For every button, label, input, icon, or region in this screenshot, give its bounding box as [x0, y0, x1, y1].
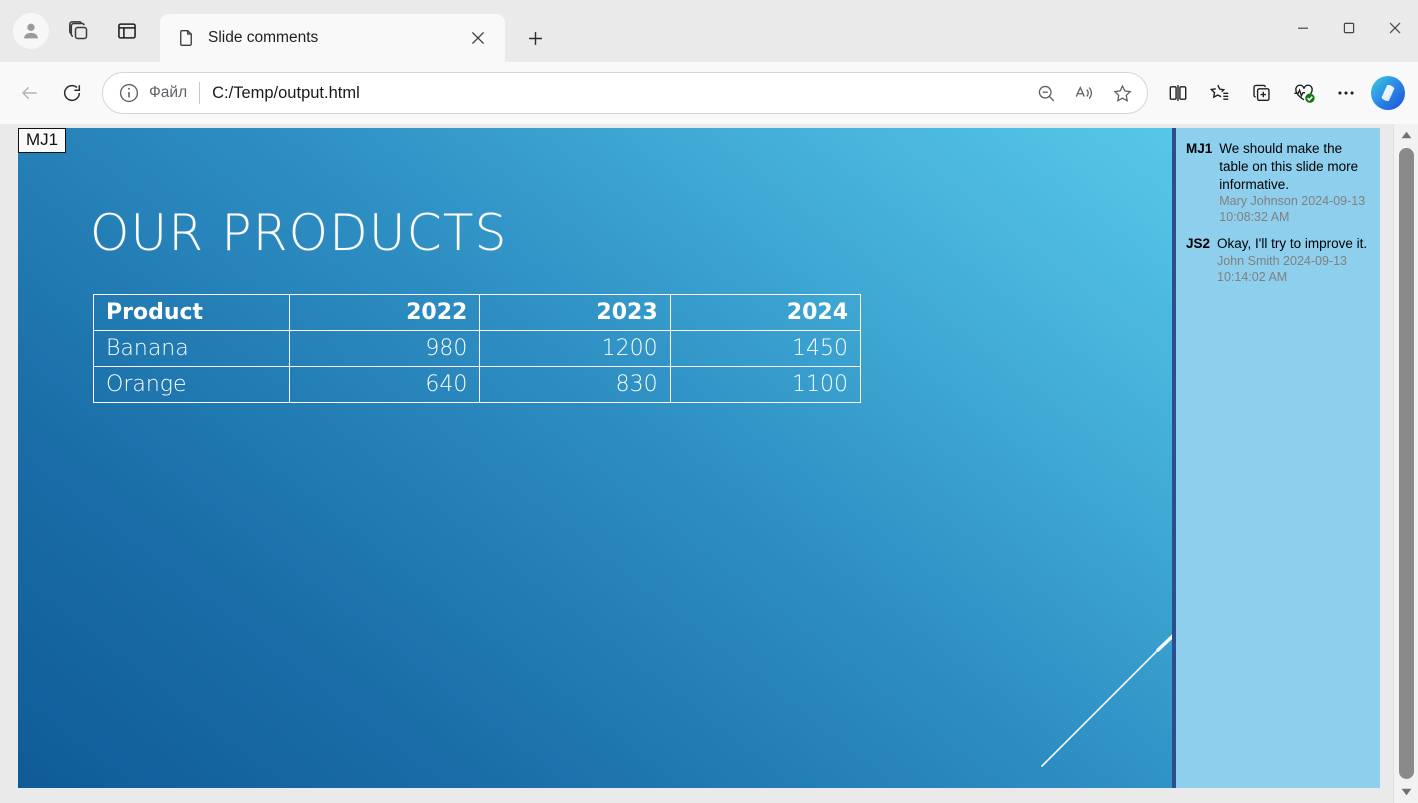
person-icon: [20, 20, 42, 42]
maximize-icon: [1342, 21, 1356, 35]
products-table: Product 2022 2023 2024 Banana 980 1200 1…: [93, 294, 861, 403]
comment-meta: John Smith 2024-09-13 10:14:02 AM: [1217, 253, 1370, 285]
comment-item[interactable]: MJ1 We should make the table on this sli…: [1186, 140, 1370, 225]
close-icon: [471, 31, 485, 45]
comment-marker-badge[interactable]: MJ1: [18, 128, 66, 153]
scroll-up-button[interactable]: [1394, 124, 1418, 146]
read-aloud-button[interactable]: [1065, 74, 1103, 112]
slide-title: OUR PRODUCTS: [90, 204, 508, 262]
tab-close-button[interactable]: [465, 25, 491, 51]
browser-essentials-button[interactable]: [1284, 73, 1324, 113]
refresh-button[interactable]: [52, 73, 92, 113]
browser-essentials-heart-icon: [1292, 81, 1316, 105]
comment-meta: Mary Johnson 2024-09-13 10:08:32 AM: [1219, 193, 1370, 225]
comment-initials: JS2: [1186, 235, 1210, 285]
table-header-2022: 2022: [290, 295, 480, 331]
minimize-icon: [1296, 21, 1310, 35]
comment-body: We should make the table on this slide m…: [1219, 140, 1370, 225]
zoom-out-button[interactable]: [1027, 74, 1065, 112]
table-header-2023: 2023: [480, 295, 670, 331]
comment-text: We should make the table on this slide m…: [1219, 140, 1370, 193]
table-cell-2023: 1200: [480, 331, 670, 367]
tab-slide-comments[interactable]: Slide comments: [160, 14, 505, 62]
read-aloud-icon: [1074, 83, 1095, 104]
presentation-slide: OUR PRODUCTS Product 2022 2023 2024 Bana…: [18, 128, 1380, 788]
split-screen-icon: [1167, 82, 1189, 104]
close-icon: [1388, 21, 1402, 35]
new-tab-button[interactable]: [517, 20, 553, 56]
table-cell-2024: 1100: [670, 367, 860, 403]
vertical-scrollbar[interactable]: [1393, 124, 1418, 803]
star-icon: [1112, 83, 1133, 104]
table-cell-product: Orange: [94, 367, 290, 403]
tab-strip: Slide comments: [0, 0, 1418, 62]
address-url-text[interactable]: C:/Temp/output.html: [212, 84, 1027, 103]
page-viewport: OUR PRODUCTS Product 2022 2023 2024 Bana…: [0, 124, 1418, 803]
table-cell-2024: 1450: [670, 331, 860, 367]
settings-and-more-button[interactable]: [1326, 73, 1366, 113]
table-cell-2022: 980: [290, 331, 480, 367]
document-icon: [176, 28, 196, 48]
address-separator: [199, 82, 200, 104]
table-header-product: Product: [94, 295, 290, 331]
zoom-out-icon: [1036, 83, 1057, 104]
workspaces-button[interactable]: [58, 10, 100, 52]
favorites-button[interactable]: [1200, 73, 1240, 113]
split-panel-icon: [116, 20, 138, 42]
favorite-button[interactable]: [1103, 74, 1141, 112]
copilot-button[interactable]: [1368, 73, 1408, 113]
split-screen-button[interactable]: [1158, 73, 1198, 113]
address-scheme-label: Файл: [149, 84, 187, 102]
address-bar[interactable]: Файл C:/Temp/output.html: [102, 72, 1148, 114]
browser-tools: [1158, 73, 1408, 113]
close-window-button[interactable]: [1372, 0, 1418, 56]
navigation-toolbar: Файл C:/Temp/output.html: [0, 62, 1418, 124]
maximize-button[interactable]: [1326, 0, 1372, 56]
workspaces-icon: [67, 19, 91, 43]
table-cell-2022: 640: [290, 367, 480, 403]
copilot-icon: [1371, 76, 1405, 110]
chevron-down-icon: [1401, 788, 1412, 796]
add-to-collections-icon: [1251, 82, 1273, 104]
table-cell-2023: 830: [480, 367, 670, 403]
table-cell-product: Banana: [94, 331, 290, 367]
table-header-2024: 2024: [670, 295, 860, 331]
arrow-left-icon: [19, 82, 41, 104]
info-icon[interactable]: [117, 81, 141, 105]
chevron-up-icon: [1401, 131, 1412, 139]
comment-body: Okay, I'll try to improve it. John Smith…: [1217, 235, 1370, 285]
comments-panel: MJ1 We should make the table on this sli…: [1172, 128, 1380, 788]
browser-window: Slide comments: [0, 0, 1418, 803]
ellipsis-icon: [1335, 82, 1357, 104]
minimize-button[interactable]: [1280, 0, 1326, 56]
plus-icon: [527, 30, 544, 47]
profile-button[interactable]: [10, 10, 52, 52]
comment-item[interactable]: JS2 Okay, I'll try to improve it. John S…: [1186, 235, 1370, 285]
back-button[interactable]: [10, 73, 50, 113]
window-controls: [1280, 0, 1418, 56]
scrollbar-thumb[interactable]: [1399, 148, 1414, 779]
table-header-row: Product 2022 2023 2024: [94, 295, 861, 331]
scroll-down-button[interactable]: [1394, 781, 1418, 803]
comment-text: Okay, I'll try to improve it.: [1217, 235, 1370, 253]
comment-initials: MJ1: [1186, 140, 1212, 225]
favorites-star-list-icon: [1209, 82, 1231, 104]
refresh-icon: [61, 82, 83, 104]
table-row: Orange 640 830 1100: [94, 367, 861, 403]
scrollbar-track[interactable]: [1394, 146, 1418, 781]
page-content: OUR PRODUCTS Product 2022 2023 2024 Bana…: [0, 124, 1393, 803]
table-row: Banana 980 1200 1450: [94, 331, 861, 367]
tab-title: Slide comments: [208, 29, 465, 47]
tab-actions-button[interactable]: [106, 10, 148, 52]
collections-button[interactable]: [1242, 73, 1282, 113]
tabstrip-left-controls: [0, 0, 148, 62]
avatar: [13, 13, 49, 49]
